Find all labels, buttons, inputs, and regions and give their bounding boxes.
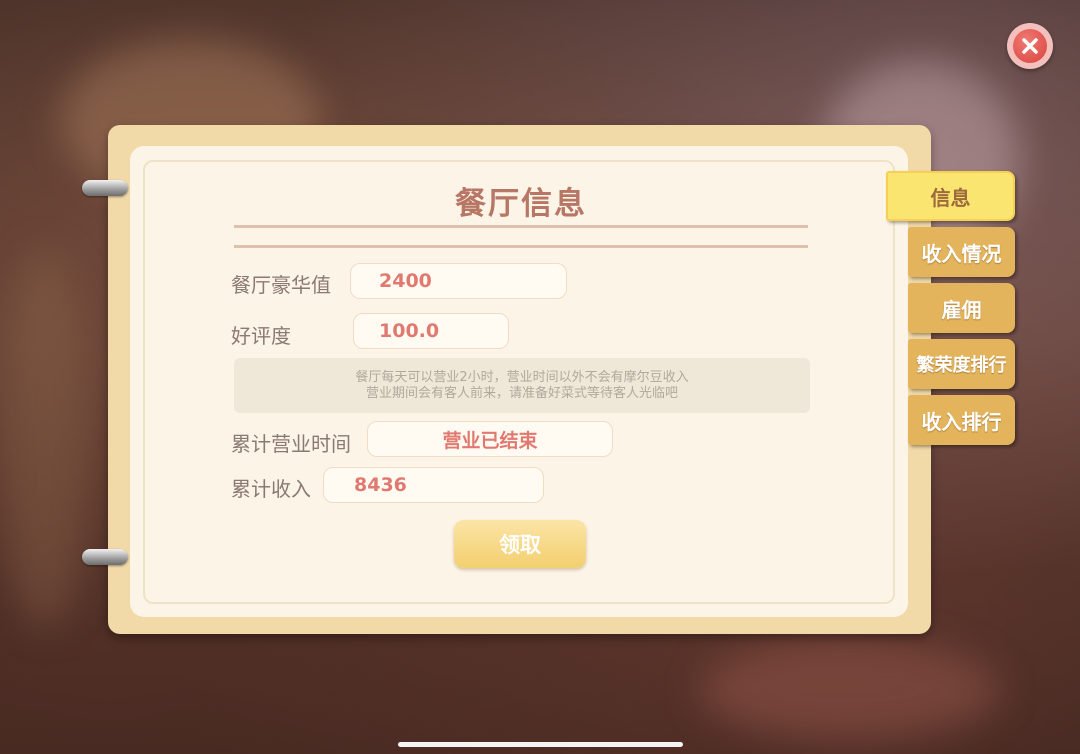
home-indicator[interactable] [398, 742, 683, 747]
binder-ring-top [82, 180, 128, 196]
tab-prosperity-ranking[interactable]: 繁荣度排行 [908, 339, 1015, 389]
background-blur [0, 250, 90, 630]
tab-hire[interactable]: 雇佣 [908, 283, 1015, 333]
tab-income-status-label: 收入情况 [921, 241, 1002, 266]
title-divider-bottom [234, 245, 808, 248]
title-divider-top [234, 225, 808, 228]
page-title: 餐厅信息 [455, 186, 587, 222]
rating-value-field: 100.0 [353, 313, 509, 349]
close-button[interactable] [1007, 23, 1053, 69]
claim-button-label: 领取 [499, 533, 541, 557]
income-value: 8436 [354, 474, 407, 496]
tab-income-status[interactable]: 收入情况 [908, 227, 1015, 277]
luxury-value: 2400 [379, 270, 432, 292]
tab-info-label: 信息 [930, 185, 971, 210]
close-icon [1013, 29, 1047, 63]
tab-hire-label: 雇佣 [941, 297, 982, 322]
tab-prosperity-ranking-label: 繁荣度排行 [916, 355, 1007, 376]
business-note: 餐厅每天可以营业2小时，营业时间以外不会有摩尔豆收入 营业期间会有客人前来，请准… [234, 358, 810, 413]
luxury-label: 餐厅豪华值 [231, 273, 331, 297]
rating-label: 好评度 [231, 324, 291, 348]
business-time-field: 营业已结束 [367, 421, 613, 457]
luxury-value-field: 2400 [350, 263, 567, 299]
claim-button[interactable]: 领取 [454, 520, 586, 568]
tab-income-ranking-label: 收入排行 [921, 409, 1002, 434]
note-line-2: 营业期间会有客人前来，请准备好菜式等待客人光临吧 [365, 385, 678, 401]
business-time-label: 累计营业时间 [231, 432, 351, 456]
income-value-field: 8436 [323, 467, 544, 503]
note-line-1: 餐厅每天可以营业2小时，营业时间以外不会有摩尔豆收入 [355, 369, 689, 385]
binder-ring-bottom [82, 549, 128, 565]
tab-income-ranking[interactable]: 收入排行 [908, 395, 1015, 445]
rating-value: 100.0 [379, 320, 440, 342]
income-label: 累计收入 [231, 477, 311, 501]
business-time-value: 营业已结束 [442, 429, 538, 452]
tab-info[interactable]: 信息 [886, 171, 1015, 221]
background-blur [700, 640, 1000, 740]
